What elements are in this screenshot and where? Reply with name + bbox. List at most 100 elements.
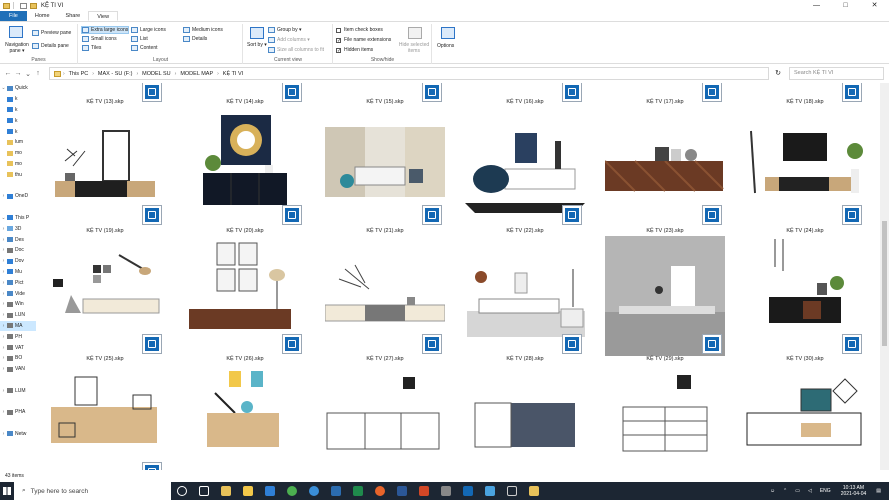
nav-item[interactable]: › Netw <box>0 429 36 440</box>
app-sketchup[interactable] <box>457 482 479 500</box>
details-button[interactable]: Details <box>183 36 207 42</box>
file-name[interactable]: KỆ TV (15).skp <box>325 99 445 105</box>
nav-item[interactable]: k <box>0 105 36 116</box>
expand-chevron-icon[interactable]: › <box>0 388 7 394</box>
file-name[interactable]: KỆ TV (19).skp <box>45 228 165 234</box>
file-thumbnail[interactable] <box>605 367 725 470</box>
nav-item[interactable]: › LUN <box>0 310 36 321</box>
nav-item[interactable]: thu <box>0 169 36 180</box>
language-indicator[interactable]: ENG <box>820 488 831 494</box>
app-powerpoint[interactable] <box>413 482 435 500</box>
app-photos[interactable] <box>325 482 347 500</box>
file-name[interactable]: KỆ TV (29).skp <box>605 356 725 362</box>
file-thumbnail[interactable] <box>325 367 445 470</box>
refresh-button[interactable]: ↻ <box>772 67 784 80</box>
file-name[interactable]: KỆ TV (26).skp <box>185 356 305 362</box>
app-explorer-2[interactable] <box>523 482 545 500</box>
volume-icon[interactable]: ◁ <box>808 488 812 494</box>
crumb-model-su[interactable]: MODEL SU <box>142 71 171 77</box>
medium-icons-button[interactable]: Medium icons <box>183 27 223 33</box>
file-name[interactable]: KỆ TV (22).skp <box>465 228 585 234</box>
recent-locations-button[interactable]: ⌄ <box>23 70 33 78</box>
expand-chevron-icon[interactable]: › <box>0 345 7 351</box>
file-thumbnail[interactable] <box>45 367 165 470</box>
hide-selected-button[interactable]: Hide selected items <box>398 42 430 54</box>
nav-item[interactable]: › LUM <box>0 385 36 396</box>
large-icons-button[interactable]: Large icons <box>131 27 166 33</box>
nav-item[interactable]: › VAT <box>0 342 36 353</box>
details-pane-button[interactable]: Details pane <box>32 43 69 49</box>
expand-chevron-icon[interactable]: › <box>0 323 7 329</box>
file-name[interactable]: KỆ TV (13).skp <box>45 99 165 105</box>
minimize-button[interactable]: — <box>802 0 831 11</box>
network-icon[interactable]: ▭ <box>795 488 800 494</box>
expand-chevron-icon[interactable]: › <box>0 409 7 415</box>
tab-home[interactable]: Home <box>27 11 58 21</box>
file-name[interactable]: KỆ TV (14).skp <box>185 99 305 105</box>
small-icons-button[interactable]: Small icons <box>82 36 117 42</box>
expand-chevron-icon[interactable]: › <box>0 291 7 297</box>
expand-chevron-icon[interactable]: › <box>0 237 7 243</box>
item-checkboxes-toggle[interactable]: Item check boxes <box>336 27 383 33</box>
expand-chevron-icon[interactable]: › <box>0 355 7 361</box>
app-browser[interactable] <box>303 482 325 500</box>
crumb-drive[interactable]: MAX - SU (F:) <box>98 71 133 77</box>
expand-chevron-icon[interactable]: › <box>0 280 7 286</box>
hidden-items-toggle[interactable]: ✓ Hidden items <box>336 47 373 53</box>
nav-item[interactable] <box>0 418 36 429</box>
app-tool[interactable] <box>479 482 501 500</box>
size-columns-button[interactable]: Size all columns to fit <box>268 47 324 53</box>
tab-file[interactable]: File <box>0 11 27 21</box>
extra-large-icons-button[interactable]: Extra large icons <box>81 26 130 34</box>
nav-item[interactable]: › Dov <box>0 256 36 267</box>
navigation-pane-button[interactable]: Navigation pane ▾ <box>3 42 31 54</box>
app-chrome[interactable] <box>281 482 303 500</box>
crumb-this-pc[interactable]: This PC <box>69 71 89 77</box>
expand-chevron-icon[interactable]: ⌄ <box>0 215 7 221</box>
file-name[interactable]: KỆ TV (20).skp <box>185 228 305 234</box>
close-button[interactable]: ✕ <box>860 0 889 11</box>
file-name[interactable]: KỆ TV (27).skp <box>325 356 445 362</box>
list-button[interactable]: List <box>131 36 148 42</box>
notifications-icon[interactable]: ▤ <box>876 488 881 494</box>
scrollbar-thumb[interactable] <box>882 221 887 346</box>
tab-view[interactable]: View <box>88 11 119 21</box>
nav-item[interactable]: › 3D <box>0 223 36 234</box>
app-file-explorer[interactable] <box>215 482 237 500</box>
back-button[interactable]: ← <box>3 70 13 77</box>
expand-chevron-icon[interactable]: › <box>0 366 7 372</box>
expand-chevron-icon[interactable]: › <box>0 226 7 232</box>
nav-item[interactable]: › VAN <box>0 364 36 375</box>
app-word[interactable] <box>391 482 413 500</box>
app-store[interactable] <box>237 482 259 500</box>
file-name[interactable]: KỆ TV (25).skp <box>45 356 165 362</box>
file-name[interactable]: KỆ TV (18).skp <box>745 99 865 105</box>
nav-item[interactable] <box>0 202 36 213</box>
expand-chevron-icon[interactable]: › <box>0 431 7 437</box>
file-thumbnail[interactable] <box>465 367 585 470</box>
nav-item[interactable]: lum <box>0 137 36 148</box>
hidden-items-checkbox[interactable]: ✓ <box>336 47 341 53</box>
nav-item[interactable] <box>0 396 36 407</box>
file-thumbnail[interactable] <box>185 367 305 470</box>
group-by-button[interactable]: Group by ▾ <box>268 27 301 33</box>
nav-item[interactable]: › PHA <box>0 407 36 418</box>
nav-item[interactable]: › Win <box>0 299 36 310</box>
nav-item[interactable]: k <box>0 94 36 105</box>
file-ext-toggle[interactable]: ✓ File name extensions <box>336 37 391 43</box>
nav-item[interactable]: k <box>0 115 36 126</box>
crumb-model-map[interactable]: MODEL MAP <box>180 71 213 77</box>
tiles-button[interactable]: Tiles <box>82 45 101 51</box>
app-misc[interactable] <box>435 482 457 500</box>
content-button[interactable]: Content <box>131 45 158 51</box>
search-input[interactable]: Search KỆ TI VI <box>789 67 884 80</box>
nav-item[interactable]: › Vide <box>0 288 36 299</box>
vertical-scrollbar[interactable] <box>880 83 889 470</box>
file-thumbnail[interactable] <box>745 367 865 470</box>
file-name[interactable]: KỆ TV (21).skp <box>325 228 445 234</box>
start-button[interactable] <box>0 482 14 500</box>
chevron-up-icon[interactable]: ⌃ <box>783 488 787 494</box>
nav-item[interactable]: › PH <box>0 331 36 342</box>
nav-item[interactable]: › MA <box>0 320 36 332</box>
up-button[interactable]: ↑ <box>33 70 43 77</box>
